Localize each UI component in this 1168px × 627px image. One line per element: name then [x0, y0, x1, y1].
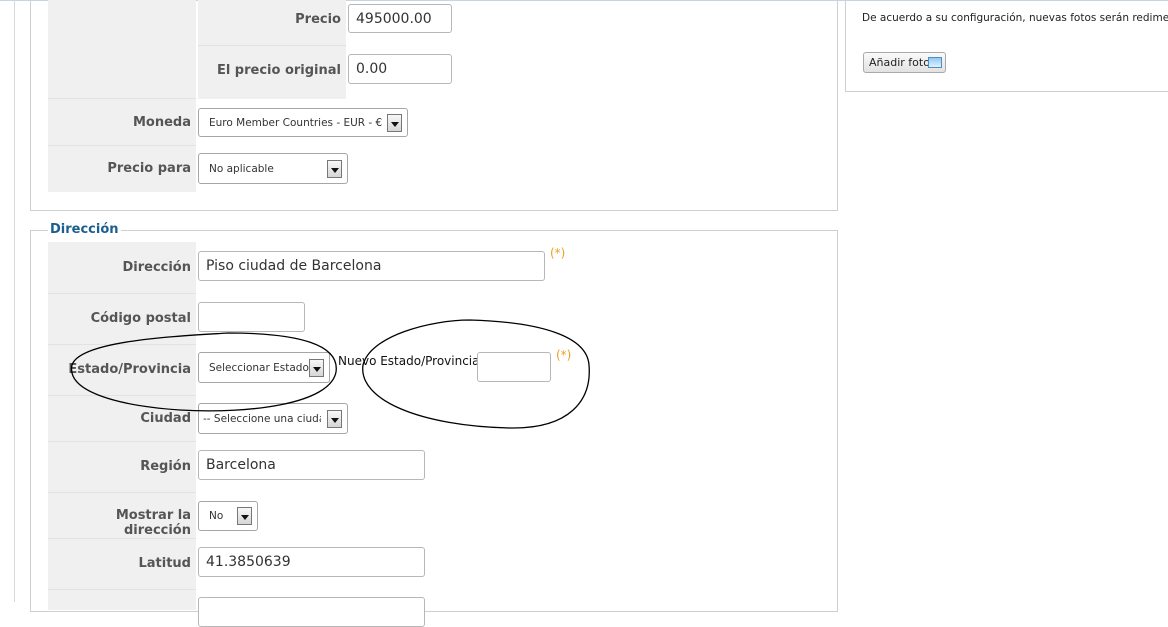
- precio-para-label: Precio para: [107, 161, 191, 176]
- codigo-postal-label: Código postal: [90, 311, 191, 326]
- moneda-label: Moneda: [132, 115, 191, 130]
- region-input[interactable]: Barcelona: [198, 450, 425, 480]
- chevron-down-icon[interactable]: [387, 113, 402, 132]
- codigo-postal-input[interactable]: [198, 302, 305, 332]
- address-legend: Dirección: [48, 222, 121, 237]
- precio-input[interactable]: 495000.00: [348, 4, 452, 33]
- chevron-down-icon[interactable]: [327, 159, 342, 178]
- precio-para-selected: No aplicable: [209, 162, 274, 175]
- precio-original-input[interactable]: 0.00: [348, 54, 452, 84]
- direccion-input[interactable]: Piso ciudad de Barcelona: [198, 251, 545, 281]
- left-border: [14, 0, 15, 602]
- precio-label: Precio: [295, 12, 341, 27]
- mostrar-select[interactable]: No: [198, 501, 258, 531]
- chevron-down-icon[interactable]: [309, 358, 324, 377]
- ciudad-select[interactable]: -- Seleccione una ciudad --: [198, 403, 348, 434]
- longitud-label-cell: [48, 589, 196, 610]
- required-marker: (*): [556, 348, 572, 362]
- nuevo-estado-label: Nuevo Estado/Provincia:: [338, 354, 484, 368]
- precio-original-label: El precio original: [216, 63, 341, 78]
- ciudad-label: Ciudad: [140, 411, 191, 426]
- moneda-selected: Euro Member Countries - EUR - €: [209, 116, 383, 129]
- latitud-label: Latitud: [138, 556, 191, 571]
- chevron-down-icon[interactable]: [327, 409, 342, 428]
- mostrar-label: Mostrar la dirección: [115, 508, 191, 538]
- moneda-select[interactable]: Euro Member Countries - EUR - €: [198, 108, 408, 137]
- estado-select[interactable]: Seleccionar Estado: [198, 352, 330, 383]
- precio-para-select[interactable]: No aplicable: [198, 153, 348, 184]
- latitud-input[interactable]: 41.3850639: [198, 547, 425, 577]
- estado-label: Estado/Provincia: [68, 362, 191, 377]
- ciudad-selected: -- Seleccione una ciudad --: [203, 412, 321, 425]
- add-photo-button[interactable]: Añadir foto: [863, 52, 946, 73]
- direccion-label: Dirección: [122, 260, 191, 275]
- mostrar-selected: No: [209, 510, 224, 522]
- required-marker: (*): [550, 246, 566, 260]
- nuevo-estado-input[interactable]: [477, 352, 551, 382]
- image-icon: [928, 57, 942, 68]
- photos-resize-note: De acuerdo a su configuración, nuevas fo…: [862, 12, 1168, 24]
- estado-selected: Seleccionar Estado: [209, 361, 309, 374]
- region-label: Región: [140, 459, 191, 474]
- price-label-column: [48, 0, 196, 98]
- add-photo-label: Añadir foto: [869, 56, 930, 69]
- chevron-down-icon[interactable]: [237, 507, 252, 525]
